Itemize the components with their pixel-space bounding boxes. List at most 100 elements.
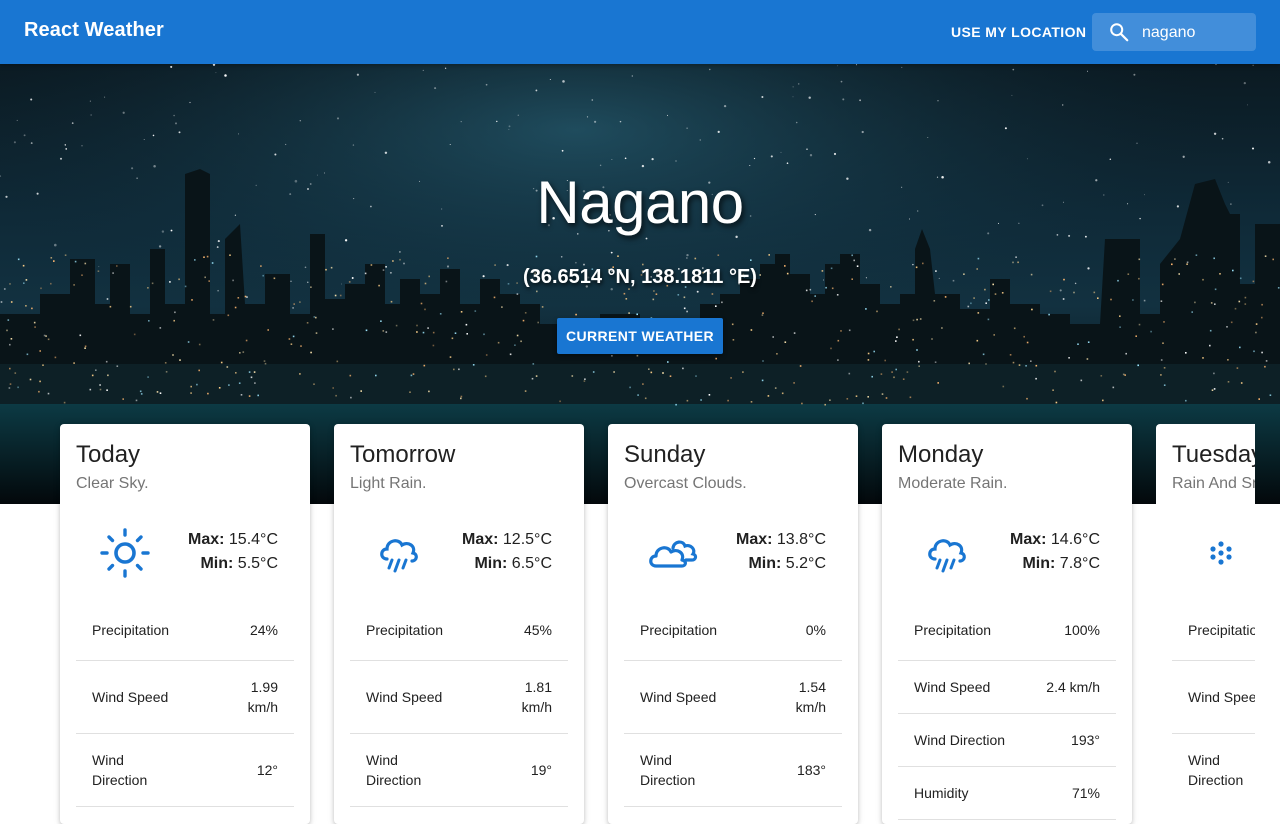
wind-speed-value: 1.99 km/h (247, 679, 278, 715)
min-label: Min: (200, 555, 234, 572)
precipitation-row: Precipitation 100% (898, 600, 1116, 661)
rain-cloud-icon (928, 539, 966, 573)
humidity-row: Humidity 71% (898, 767, 1116, 820)
card-description: Overcast Clouds. (624, 475, 747, 492)
forecast-card-monday: Monday Moderate Rain. Max: 14.6°C Min: 7… (882, 424, 1132, 824)
humidity-label: Humidity (914, 785, 969, 801)
wind-speed-value: 2.4 km/h (1046, 679, 1100, 695)
wind-direction-label: Wind Direction (366, 752, 422, 788)
max-temp: 14.6°C (1050, 531, 1100, 548)
wind-speed-row: Wind Speed 2.4 km/h (898, 661, 1116, 714)
app-title: React Weather (24, 19, 164, 41)
wind-direction-label: Wind Direction (640, 752, 696, 788)
wind-direction-row: Wind Direction (1172, 734, 1255, 800)
min-temp: 7.8°C (1059, 555, 1100, 572)
card-day: Sunday (624, 441, 706, 468)
card-details: Precipitation 45% Wind Speed 1.81 km/h Win… (350, 600, 568, 807)
city-coordinates: (36.6514 °N, 138.1811 °E) (523, 266, 757, 288)
humidity-value: 71% (1071, 785, 1100, 801)
min-temp: 5.5°C (237, 555, 278, 572)
wind-direction-row: Wind Direction 19° (350, 734, 568, 807)
card-description: Light Rain. (350, 475, 427, 492)
wind-speed-label: Wind Speed (914, 679, 991, 695)
precipitation-value: 45% (523, 622, 552, 638)
wind-direction-row: Wind Direction 183° (624, 734, 842, 807)
precipitation-row: Precipitation (1172, 600, 1255, 661)
wind-direction-value: 19° (530, 762, 552, 778)
sun-icon (100, 528, 150, 578)
max-temp: 12.5°C (502, 531, 552, 548)
card-day: Today (76, 441, 141, 468)
card-day: Tuesday (1172, 441, 1255, 468)
card-day: Tomorrow (350, 441, 456, 468)
use-my-location-button[interactable]: USE MY LOCATION (942, 14, 1095, 50)
min-label: Min: (748, 555, 782, 572)
wind-speed-row: Wind Speed (1172, 661, 1255, 734)
wind-direction-label: Wind Direction (914, 732, 1006, 748)
max-label: Max: (462, 531, 499, 548)
precipitation-row: Precipitation 45% (350, 600, 568, 661)
card-temperatures: Max: 13.8°C Min: 5.2°C (736, 528, 826, 576)
snow-icon (1210, 541, 1232, 565)
wind-speed-value: 1.54 km/h (795, 679, 826, 715)
card-details: Precipitation 24% Wind Speed 1.99 km/h Win… (76, 600, 294, 807)
max-temp: 15.4°C (228, 531, 278, 548)
card-description: Moderate Rain. (898, 475, 1008, 492)
forecast-scroll-clip: Tuesday Rain And Snow. Precipitation Win… (1156, 424, 1255, 800)
precipitation-value: 0% (805, 622, 826, 638)
app-bar: React Weather USE MY LOCATION (0, 0, 1280, 64)
precipitation-label: Precipitation (914, 622, 992, 638)
min-temp: 5.2°C (785, 555, 826, 572)
precipitation-value: 100% (1064, 622, 1100, 638)
wind-speed-label: Wind Speed (92, 689, 169, 705)
forecast-card-tuesday: Tuesday Rain And Snow. Precipitation Win… (1156, 424, 1255, 800)
wind-direction-value: 12° (256, 762, 278, 778)
card-temperatures: Max: 15.4°C Min: 5.5°C (188, 528, 278, 576)
precipitation-row: Precipitation 24% (76, 600, 294, 661)
current-weather-button[interactable]: CURRENT WEATHER (557, 318, 723, 354)
forecast-card-tomorrow: Tomorrow Light Rain. Max: 12.5°C Min: 6.… (334, 424, 584, 824)
wind-speed-label: Wind Speed (1188, 689, 1255, 705)
min-label: Min: (474, 555, 508, 572)
precipitation-label: Precipitation (640, 622, 718, 638)
min-temp: 6.5°C (511, 555, 552, 572)
wind-direction-row: Wind Direction 193° (898, 714, 1116, 767)
precipitation-value: 24% (249, 622, 278, 638)
precipitation-row: Precipitation 0% (624, 600, 842, 661)
precipitation-label: Precipitation (1188, 622, 1255, 638)
card-temperatures: Max: 12.5°C Min: 6.5°C (462, 528, 552, 576)
clouds-icon (649, 540, 698, 568)
search-box[interactable] (1092, 13, 1256, 51)
wind-direction-label: Wind Direction (1188, 752, 1244, 788)
wind-direction-label: Wind Direction (92, 752, 148, 788)
wind-speed-row: Wind Speed 1.99 km/h (76, 661, 294, 734)
forecast-card-today: Today Clear Sky. Max: 15.4°C Min: 5.5°C … (60, 424, 310, 824)
forecast-card-sunday: Sunday Overcast Clouds. Max: 13.8°C Min:… (608, 424, 858, 824)
wind-speed-row: Wind Speed 1.81 km/h (350, 661, 568, 734)
max-label: Max: (736, 531, 773, 548)
wind-speed-row: Wind Speed 1.54 km/h (624, 661, 842, 734)
wind-speed-value: 1.81 km/h (521, 679, 552, 715)
search-icon (1110, 23, 1129, 42)
card-description: Rain And Snow. (1172, 475, 1255, 492)
card-temperatures: Max: 14.6°C Min: 7.8°C (1010, 528, 1100, 576)
card-details: Precipitation 0% Wind Speed 1.54 km/h Wind… (624, 600, 842, 807)
city-name: Nagano (536, 169, 744, 236)
precipitation-label: Precipitation (92, 622, 170, 638)
card-description: Clear Sky. (76, 475, 149, 492)
card-details: Precipitation 100% Wind Speed 2.4 km/h Win… (898, 600, 1116, 820)
max-label: Max: (1010, 531, 1047, 548)
wind-speed-label: Wind Speed (640, 689, 717, 705)
card-details: Precipitation Wind Speed Wind Direction (1172, 600, 1255, 800)
wind-speed-label: Wind Speed (366, 689, 443, 705)
wind-direction-value: 183° (797, 762, 826, 778)
search-input[interactable] (1140, 19, 1254, 47)
wind-direction-row: Wind Direction 12° (76, 734, 294, 807)
max-temp: 13.8°C (776, 531, 826, 548)
max-label: Max: (188, 531, 225, 548)
min-label: Min: (1022, 555, 1056, 572)
rain-cloud-icon (380, 539, 418, 573)
card-day: Monday (898, 441, 984, 468)
wind-direction-value: 193° (1071, 732, 1100, 748)
precipitation-label: Precipitation (366, 622, 444, 638)
